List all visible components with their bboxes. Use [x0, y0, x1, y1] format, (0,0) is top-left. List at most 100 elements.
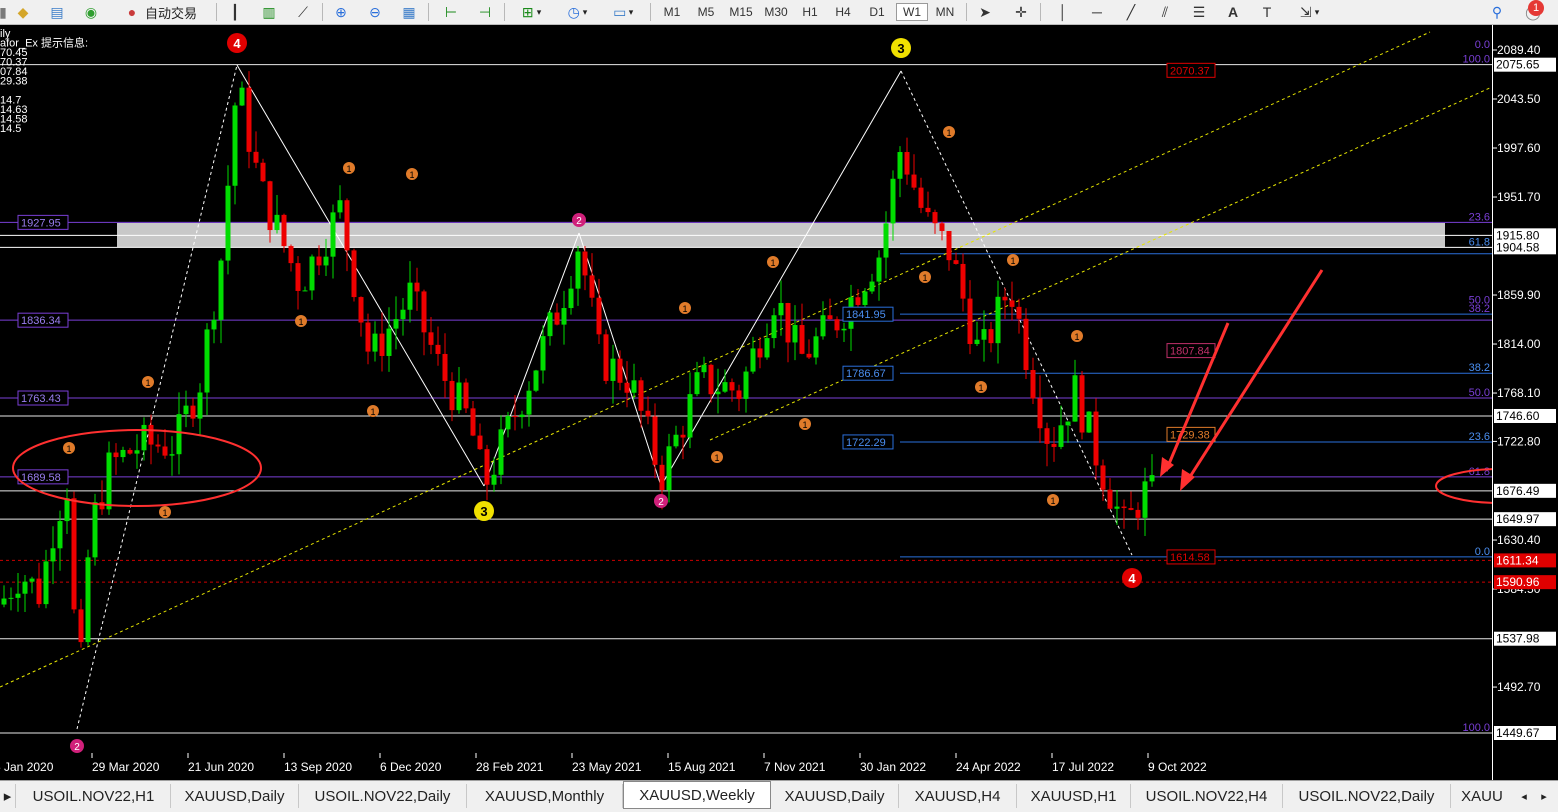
candle-body — [386, 328, 392, 356]
wave-marker-minor-label: 1 — [409, 170, 414, 180]
price-marker-label: 1904.58 — [1496, 240, 1540, 254]
chart-shift-icon[interactable]: ⊢ — [440, 2, 462, 22]
timeframe-h4[interactable]: H4 — [827, 3, 859, 21]
tab-scroll-left[interactable]: ▸ — [0, 784, 16, 808]
tab-xauusd-h4[interactable]: XAUUSD,H4 — [899, 784, 1017, 808]
candle-body — [218, 260, 224, 320]
candle-body — [281, 214, 287, 247]
market-watch-icon[interactable]: ▤ — [46, 2, 68, 22]
tab-xauusd-weekly[interactable]: XAUUSD,Weekly — [623, 781, 771, 809]
tab-usoil-daily[interactable]: USOIL.NOV22,Daily — [299, 784, 467, 808]
price-axis[interactable]: 2089.40 2043.50 1997.60 1951.70 1859.90 1814.… — [1492, 25, 1558, 780]
tab-xauusd-daily[interactable]: XAUUSD,Daily — [171, 784, 299, 808]
tab-xauusd-monthly[interactable]: XAUUSD,Monthly — [467, 784, 623, 808]
vertical-line-icon[interactable]: │ — [1052, 2, 1074, 22]
candle-body — [960, 263, 966, 299]
candle-body — [869, 281, 875, 292]
candle-body — [421, 291, 427, 333]
candle-body — [358, 297, 364, 323]
trendline-icon[interactable]: ╱ — [1120, 2, 1142, 22]
tab-usoil-h1[interactable]: USOIL.NOV22,H1 — [17, 784, 171, 808]
candle-body — [232, 105, 238, 186]
search-icon[interactable]: ⚲ — [1486, 2, 1508, 22]
timeframe-m15[interactable]: M15 — [724, 3, 758, 21]
tab-scroll-right-arrow[interactable]: ▸ — [1534, 784, 1554, 808]
crosshair-icon[interactable]: ✛ — [1010, 2, 1032, 22]
zoom-in-icon[interactable]: ⊕ — [330, 2, 352, 22]
fib-level-label: 100.0 — [1462, 54, 1490, 66]
candle-body — [477, 435, 483, 450]
chart-area[interactable]: 4 3 3 4 2 2 2 1 1 1 1 1 1 1 1 1 1 1 1 1 1 1 1 1 1927.95 1836.34 1… — [0, 25, 1558, 780]
navigator-icon[interactable]: ◉ — [80, 2, 102, 22]
wave-marker-minor-label: 1 — [298, 317, 303, 327]
indicators-button[interactable]: ⊞ ▾ — [512, 2, 548, 22]
tab-scroll-left-arrow[interactable]: ◂ — [1514, 784, 1534, 808]
candle-body — [876, 257, 882, 282]
fibonacci-icon[interactable]: ☰ — [1188, 2, 1210, 22]
toolbar-separator — [216, 3, 217, 21]
candlestick-icon[interactable]: ▥ — [258, 2, 280, 22]
date-label: 29 Mar 2020 — [92, 760, 160, 774]
candle-body — [729, 382, 735, 391]
timeframe-d1[interactable]: D1 — [861, 3, 893, 21]
horizontal-line-icon[interactable]: ─ — [1086, 2, 1108, 22]
equidistant-channel-icon[interactable]: ⫽ — [1154, 2, 1176, 22]
periods-button[interactable]: ◷ ▾ — [558, 2, 594, 22]
timeframe-m1[interactable]: M1 — [656, 3, 688, 21]
text-icon[interactable]: A — [1222, 2, 1244, 22]
candle-body — [1072, 375, 1078, 422]
fib-level-label: 61.8 — [1469, 236, 1490, 248]
candle-body — [253, 151, 259, 163]
wave-marker-minor-label: 1 — [770, 258, 775, 268]
candle-body — [715, 391, 721, 395]
templates-button[interactable]: ▭ ▾ — [604, 2, 640, 22]
folder-icon[interactable]: ◆ — [12, 2, 34, 22]
line-chart-icon[interactable]: ⟋ — [292, 2, 314, 22]
timeframe-w1[interactable]: W1 — [896, 3, 928, 21]
price-chart[interactable]: 4 3 3 4 2 2 2 1 1 1 1 1 1 1 1 1 1 1 1 1 1 1 1 1 1927.95 1836.34 1… — [0, 25, 1558, 780]
tab-xauusd-daily-2[interactable]: XAUUSD,Daily — [771, 784, 899, 808]
candle-body — [610, 358, 616, 381]
timeframe-m30[interactable]: M30 — [759, 3, 793, 21]
candle-body — [666, 446, 672, 491]
notifications-button[interactable]: ◯ 1 — [1518, 0, 1548, 22]
date-label: 23 May 2021 — [572, 760, 642, 774]
timeframe-mn[interactable]: MN — [929, 3, 961, 21]
cursor-icon[interactable]: ➤ — [974, 2, 996, 22]
timeframe-m5[interactable]: M5 — [690, 3, 722, 21]
tab-usoil-h4[interactable]: USOIL.NOV22,H4 — [1131, 784, 1283, 808]
new-chart-icon[interactable]: ▮ — [0, 2, 10, 22]
bar-chart-icon[interactable]: ┃ — [224, 2, 246, 22]
candle-body — [1093, 411, 1099, 466]
tab-usoil-daily-2[interactable]: USOIL.NOV22,Daily — [1283, 784, 1451, 808]
candle-body — [337, 200, 343, 213]
candle-body — [890, 178, 896, 224]
price-label: 1768.10 — [1497, 386, 1541, 400]
candle-body — [379, 333, 385, 356]
arrows-button[interactable]: ⇲ ▾ — [1290, 2, 1326, 22]
candle-body — [295, 263, 301, 291]
price-label: 1722.80 — [1497, 434, 1541, 448]
timeframe-h1[interactable]: H1 — [794, 3, 826, 21]
candle-body — [1114, 506, 1120, 509]
wave-marker-minor-label: 1 — [1074, 332, 1079, 342]
candle-body — [813, 336, 819, 358]
candle-body — [1149, 475, 1155, 482]
candle-body — [176, 414, 182, 455]
tile-windows-icon[interactable]: ▦ — [398, 2, 420, 22]
price-marker-label: 1611.34 — [1496, 553, 1539, 567]
auto-trade-button[interactable]: ● 自动交易 — [114, 2, 206, 22]
zoom-out-icon[interactable]: ⊖ — [364, 2, 386, 22]
candle-body — [1135, 509, 1141, 518]
tab-xauusd-h1[interactable]: XAUUSD,H1 — [1017, 784, 1131, 808]
wave-marker-minor-label: 1 — [66, 444, 71, 454]
candle-body — [197, 392, 203, 419]
candle-body — [498, 429, 504, 475]
candle-body — [162, 446, 168, 456]
candle-body — [708, 364, 714, 395]
text-label-icon[interactable]: T — [1256, 2, 1278, 22]
autoscroll-icon[interactable]: ⊣ — [474, 2, 496, 22]
candle-body — [372, 333, 378, 352]
level-label: 1807.84 — [1170, 346, 1210, 358]
tab-xauu[interactable]: XAUU — [1451, 784, 1513, 808]
